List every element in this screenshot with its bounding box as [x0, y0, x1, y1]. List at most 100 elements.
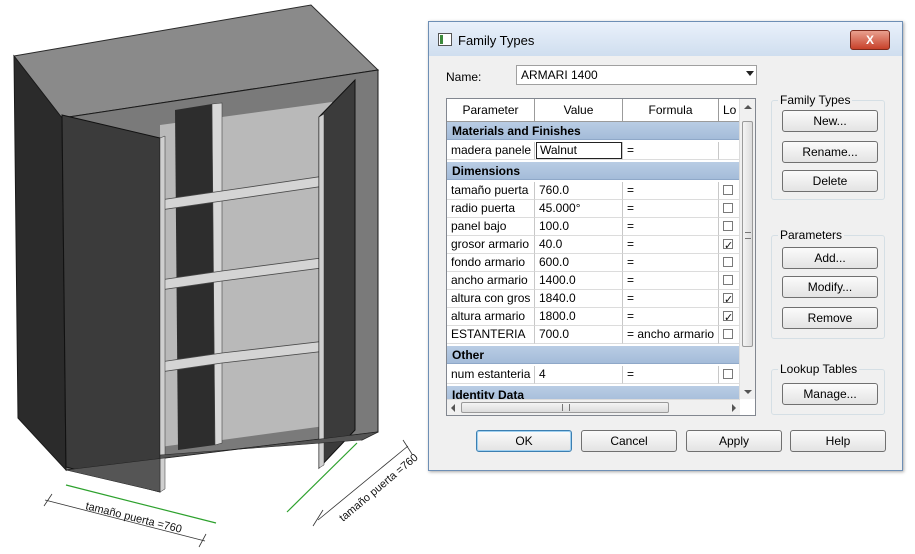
header-value[interactable]: Value [535, 99, 623, 121]
model-3d-view[interactable]: tamaño puerta =760 tamaño puerta =760 [0, 0, 425, 554]
lock-checkbox[interactable] [723, 185, 733, 195]
parameter-value-cell[interactable]: 1840.0 [535, 290, 623, 308]
parameter-formula-cell[interactable]: = [623, 218, 719, 236]
lock-checkbox[interactable] [723, 291, 733, 307]
parameter-name-cell[interactable]: altura armario [447, 308, 535, 326]
table-row[interactable]: num estanteria 4 = [447, 366, 740, 384]
dimension-right-label: tamaño puerta =760 [337, 452, 420, 525]
lock-checkbox[interactable] [723, 329, 733, 339]
parameter-lock-cell [719, 200, 740, 218]
parameter-name-cell[interactable]: madera panele [447, 142, 535, 160]
parameter-formula-cell[interactable]: = [623, 308, 719, 326]
parameter-value-cell[interactable]: 1800.0 [535, 308, 623, 326]
lock-checkbox[interactable] [723, 221, 733, 231]
parameter-name-cell[interactable]: ESTANTERIA [447, 326, 535, 344]
parameter-value-cell[interactable]: 1400.0 [535, 272, 623, 290]
manage-lookup-button[interactable]: Manage... [782, 383, 878, 405]
parameter-formula-cell[interactable]: = [623, 200, 719, 218]
family-types-dialog: Family Types X Name: ARMARI 1400 Paramet… [428, 21, 903, 471]
parameter-value-cell[interactable]: 600.0 [535, 254, 623, 272]
parameter-formula-cell[interactable]: = ancho armario [623, 326, 719, 344]
table-row[interactable]: altura armario 1800.0 = [447, 308, 740, 326]
parameter-formula-cell[interactable]: = [623, 290, 719, 308]
value-edit-field[interactable]: Walnut [536, 142, 622, 159]
parameter-name-cell[interactable]: tamaño puerta [447, 182, 535, 200]
name-label: Name: [446, 70, 482, 84]
parameter-value-cell[interactable]: 760.0 [535, 182, 623, 200]
table-row[interactable]: fondo armario 600.0 = [447, 254, 740, 272]
parameter-name-cell[interactable]: panel bajo [447, 218, 535, 236]
parameters-group: Parameters Add... Modify... Remove [771, 228, 885, 339]
name-dropdown[interactable]: ARMARI 1400 [516, 65, 757, 85]
apply-button[interactable]: Apply [686, 430, 782, 452]
chevron-down-icon[interactable] [746, 71, 754, 76]
table-row[interactable]: tamaño puerta 760.0 = [447, 182, 740, 200]
close-button[interactable]: X [850, 30, 890, 50]
table-row[interactable]: altura con gros 1840.0 = [447, 290, 740, 308]
scroll-up-icon[interactable] [744, 105, 752, 109]
parameter-value-cell[interactable]: 40.0 [535, 236, 623, 254]
parameter-formula-cell[interactable]: = [623, 254, 719, 272]
remove-parameter-button[interactable]: Remove [782, 307, 878, 329]
header-lock[interactable]: Lo [719, 99, 740, 121]
table-row[interactable]: madera panele Walnut = [447, 142, 740, 160]
parameter-formula-cell[interactable]: = [623, 142, 719, 160]
new-button[interactable]: New... [782, 110, 878, 132]
table-row[interactable]: radio puerta 45.000° = [447, 200, 740, 218]
parameter-value-cell[interactable]: 4 [535, 366, 623, 384]
header-parameter[interactable]: Parameter [447, 99, 535, 121]
dimension-right[interactable]: tamaño puerta =760 [286, 439, 421, 527]
help-button[interactable]: Help [790, 430, 886, 452]
parameter-formula-cell[interactable]: = [623, 236, 719, 254]
scroll-down-icon[interactable] [744, 390, 752, 394]
rename-button[interactable]: Rename... [782, 141, 878, 163]
parameter-formula-cell[interactable]: = [623, 272, 719, 290]
parameter-value-cell[interactable]: 700.0 [535, 326, 623, 344]
table-row[interactable]: panel bajo 100.0 = [447, 218, 740, 236]
parameter-name-cell[interactable]: fondo armario [447, 254, 535, 272]
parameter-lock-cell [719, 218, 740, 236]
parameter-value-cell[interactable]: 45.000° [535, 200, 623, 218]
table-row[interactable]: ESTANTERIA 700.0 = ancho armario [447, 326, 740, 344]
table-row[interactable]: ancho armario 1400.0 = [447, 272, 740, 290]
lock-checkbox[interactable] [723, 203, 733, 213]
parameter-name-cell[interactable]: ancho armario [447, 272, 535, 290]
horizontal-scroll-thumb[interactable] [461, 402, 669, 413]
dialog-titlebar[interactable]: Family Types X [429, 22, 902, 56]
vertical-scroll-thumb[interactable] [742, 121, 753, 347]
parameter-name-cell[interactable]: grosor armario [447, 236, 535, 254]
header-formula[interactable]: Formula [623, 99, 719, 121]
parameter-value-cell[interactable]: 100.0 [535, 218, 623, 236]
scroll-left-icon[interactable] [451, 404, 455, 412]
table-group-label: Materials and Finishes [452, 124, 581, 138]
lock-checkbox[interactable] [723, 257, 733, 267]
window-icon [438, 33, 452, 46]
table-group-header[interactable]: Dimensions [447, 162, 740, 180]
parameter-lock-cell [719, 142, 740, 160]
table-group-header[interactable]: Materials and Finishes [447, 122, 740, 140]
parameter-formula-cell[interactable]: = [623, 182, 719, 200]
horizontal-scrollbar[interactable] [447, 399, 740, 415]
delete-button[interactable]: Delete [782, 170, 878, 192]
lock-checkbox[interactable] [723, 309, 733, 325]
dimension-left[interactable]: tamaño puerta =760 [43, 484, 217, 548]
cancel-button[interactable]: Cancel [581, 430, 677, 452]
parameter-formula-cell[interactable]: = [623, 366, 719, 384]
parameters-group-title: Parameters [778, 228, 845, 242]
parameters-table: Parameter Value Formula Lo Materials and… [446, 98, 756, 416]
add-parameter-button[interactable]: Add... [782, 247, 878, 269]
ok-button[interactable]: OK [476, 430, 572, 452]
parameter-lock-cell [719, 366, 740, 384]
table-row[interactable]: grosor armario 40.0 = [447, 236, 740, 254]
lock-checkbox[interactable] [723, 237, 733, 253]
parameter-lock-cell [719, 272, 740, 290]
lock-checkbox[interactable] [723, 369, 733, 379]
lock-checkbox[interactable] [723, 275, 733, 285]
table-group-header[interactable]: Other [447, 346, 740, 364]
vertical-scrollbar[interactable] [739, 99, 755, 399]
parameter-name-cell[interactable]: radio puerta [447, 200, 535, 218]
modify-parameter-button[interactable]: Modify... [782, 276, 878, 298]
parameter-name-cell[interactable]: altura con gros [447, 290, 535, 308]
scroll-right-icon[interactable] [732, 404, 736, 412]
parameter-name-cell[interactable]: num estanteria [447, 366, 535, 384]
